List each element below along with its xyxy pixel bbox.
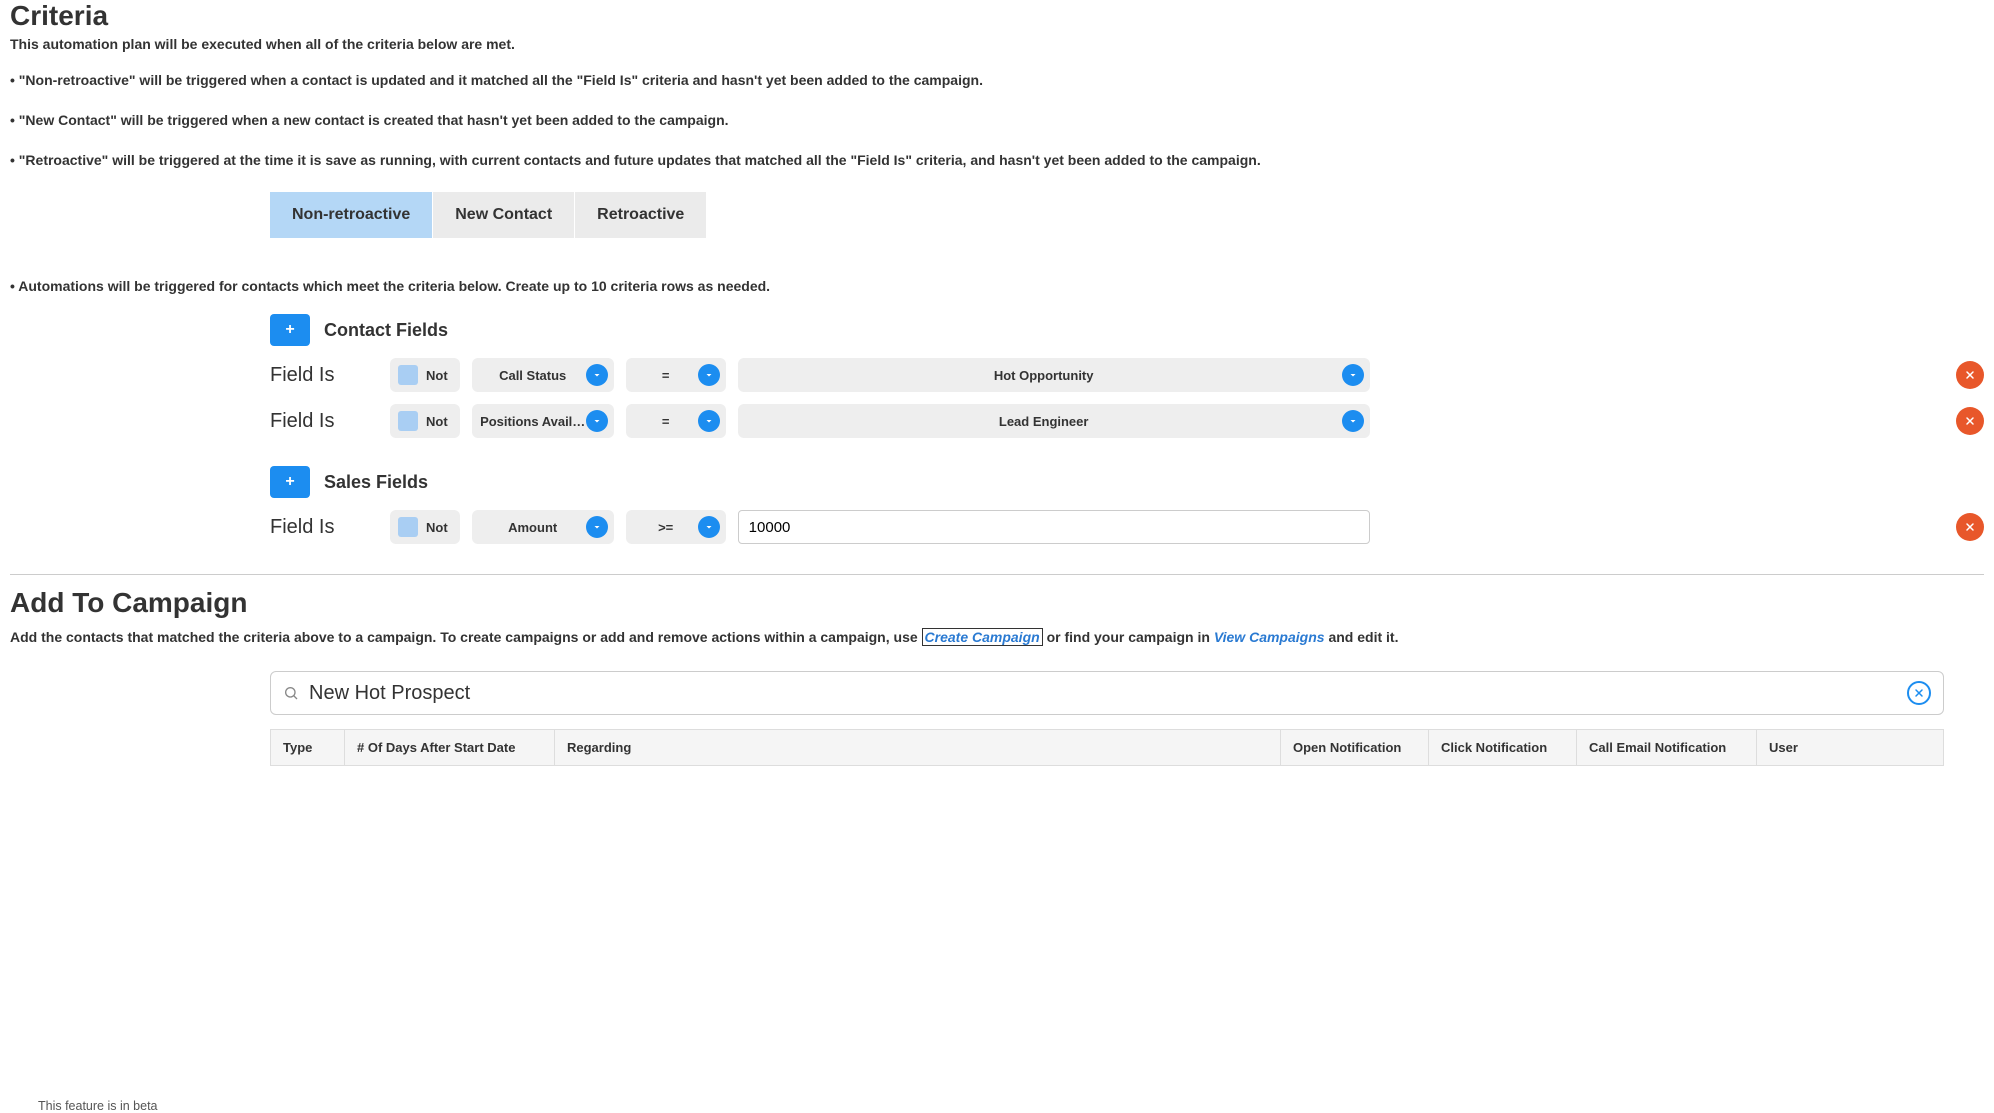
contact-fields-group-header: + Contact Fields — [270, 314, 1984, 346]
close-icon — [1964, 415, 1976, 427]
not-checkbox[interactable] — [398, 517, 418, 537]
criteria-bullet-3: • "Retroactive" will be triggered at the… — [10, 152, 1984, 168]
chevron-down-icon — [1342, 410, 1364, 432]
field-select-value: Call Status — [499, 368, 566, 383]
contact-fields-title: Contact Fields — [324, 320, 448, 341]
operator-select[interactable]: = — [626, 358, 726, 392]
criteria-row: Field Is Not Call Status = Hot Opportuni… — [270, 358, 1984, 392]
chevron-down-icon — [698, 516, 720, 538]
campaign-search[interactable] — [270, 671, 1944, 715]
sales-fields-group-header: + Sales Fields — [270, 466, 1984, 498]
tab-new-contact[interactable]: New Contact — [432, 192, 574, 238]
not-label: Not — [426, 520, 448, 535]
col-click-notification: Click Notification — [1429, 730, 1577, 765]
col-regarding: Regarding — [555, 730, 1281, 765]
not-toggle[interactable]: Not — [390, 358, 460, 392]
plus-icon: + — [285, 473, 294, 491]
value-select-value: Hot Opportunity — [994, 368, 1094, 383]
field-select[interactable]: Amount — [472, 510, 614, 544]
remove-row-button[interactable] — [1956, 407, 1984, 435]
col-call-email-notification: Call Email Notification — [1577, 730, 1757, 765]
remove-row-button[interactable] — [1956, 361, 1984, 389]
not-label: Not — [426, 368, 448, 383]
not-toggle[interactable]: Not — [390, 510, 460, 544]
row-label: Field Is — [270, 410, 378, 433]
operator-value: >= — [658, 520, 673, 535]
operator-value: = — [662, 414, 670, 429]
sales-fields-title: Sales Fields — [324, 472, 428, 493]
campaign-actions-table: Type # Of Days After Start Date Regardin… — [270, 729, 1944, 766]
criteria-bullet-1: • "Non-retroactive" will be triggered wh… — [10, 72, 1984, 88]
view-campaigns-link[interactable]: View Campaigns — [1214, 629, 1325, 645]
not-label: Not — [426, 414, 448, 429]
criteria-heading: Criteria — [10, 0, 1984, 32]
row-label: Field Is — [270, 364, 378, 387]
campaign-description: Add the contacts that matched the criter… — [10, 629, 1984, 645]
value-select-value: Lead Engineer — [999, 414, 1089, 429]
section-divider — [10, 574, 1984, 575]
add-to-campaign-heading: Add To Campaign — [10, 587, 1984, 619]
value-select[interactable]: Hot Opportunity — [738, 358, 1370, 392]
clear-search-button[interactable] — [1907, 681, 1931, 705]
add-sales-field-button[interactable]: + — [270, 466, 310, 498]
criteria-row: Field Is Not Positions Avail… = Lead Eng… — [270, 404, 1984, 438]
close-icon — [1964, 521, 1976, 533]
beta-note-text: This feature is in beta — [38, 1099, 158, 1113]
not-checkbox[interactable] — [398, 411, 418, 431]
col-type: Type — [271, 730, 345, 765]
plus-icon: + — [285, 321, 294, 339]
add-contact-field-button[interactable]: + — [270, 314, 310, 346]
not-checkbox[interactable] — [398, 365, 418, 385]
criteria-row: Field Is Not Amount >= — [270, 510, 1984, 544]
chevron-down-icon — [698, 410, 720, 432]
chevron-down-icon — [698, 364, 720, 386]
chevron-down-icon — [586, 364, 608, 386]
chevron-down-icon — [1342, 364, 1364, 386]
operator-select[interactable]: >= — [626, 510, 726, 544]
campaign-desc-pre: Add the contacts that matched the criter… — [10, 629, 922, 645]
field-select-value: Positions Avail… — [480, 414, 585, 429]
field-select-value: Amount — [508, 520, 557, 535]
value-select[interactable]: Lead Engineer — [738, 404, 1370, 438]
operator-select[interactable]: = — [626, 404, 726, 438]
remove-row-button[interactable] — [1956, 513, 1984, 541]
chevron-down-icon — [586, 516, 608, 538]
beta-note: This feature is in beta — [38, 1099, 158, 1113]
search-icon — [283, 685, 299, 701]
create-campaign-link[interactable]: Create Campaign — [922, 628, 1043, 646]
criteria-mode-tabs: Non-retroactive New Contact Retroactive — [270, 192, 706, 238]
field-select[interactable]: Positions Avail… — [472, 404, 614, 438]
chevron-down-icon — [586, 410, 608, 432]
campaign-desc-post: and edit it. — [1325, 629, 1399, 645]
tab-retroactive[interactable]: Retroactive — [574, 192, 706, 238]
value-input[interactable] — [738, 510, 1370, 544]
table-header-row: Type # Of Days After Start Date Regardin… — [271, 730, 1943, 765]
close-icon — [1913, 687, 1925, 699]
col-days: # Of Days After Start Date — [345, 730, 555, 765]
campaign-desc-mid: or find your campaign in — [1043, 629, 1214, 645]
not-toggle[interactable]: Not — [390, 404, 460, 438]
criteria-bullet-2: • "New Contact" will be triggered when a… — [10, 112, 1984, 128]
criteria-rows-note: • Automations will be triggered for cont… — [10, 278, 1984, 294]
operator-value: = — [662, 368, 670, 383]
criteria-intro: This automation plan will be executed wh… — [10, 36, 1984, 52]
row-label: Field Is — [270, 516, 378, 539]
campaign-search-input[interactable] — [309, 682, 1907, 705]
col-user: User — [1757, 730, 1943, 765]
tab-non-retroactive[interactable]: Non-retroactive — [270, 192, 432, 238]
close-icon — [1964, 369, 1976, 381]
col-open-notification: Open Notification — [1281, 730, 1429, 765]
field-select[interactable]: Call Status — [472, 358, 614, 392]
